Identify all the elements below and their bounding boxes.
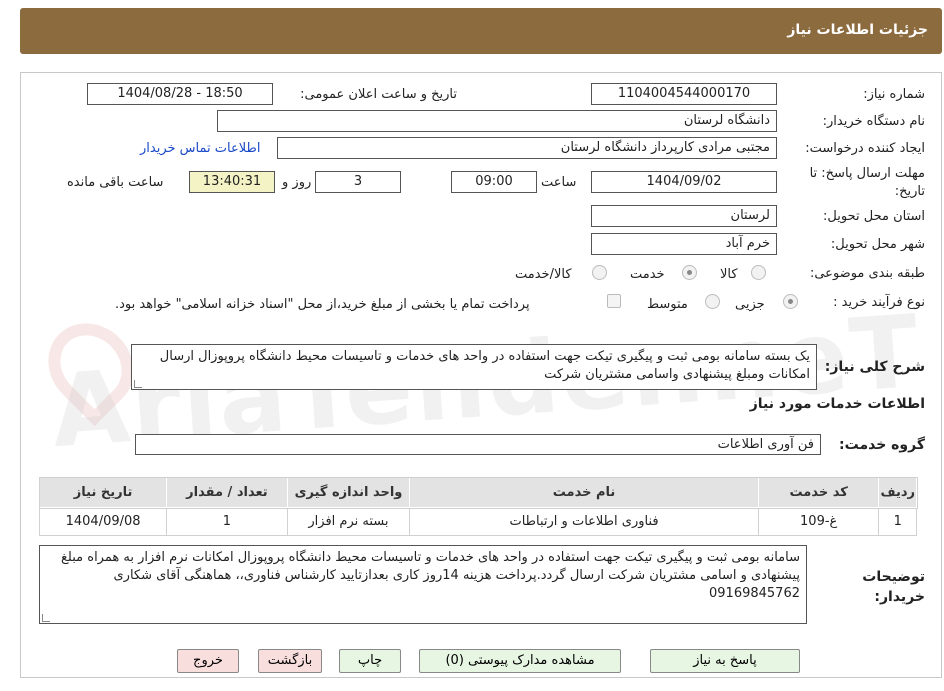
need-number-field: 1104004544000170	[591, 83, 777, 105]
province-label: استان محل تحویل:	[823, 209, 925, 224]
category-option-goods-service: کالا/خدمت	[515, 267, 572, 282]
treasury-payment-checkbox[interactable]	[607, 294, 621, 308]
days-field: 3	[315, 171, 401, 193]
table-row: 1 غ-109 فناوری اطلاعات و ارتباطات بسته ن…	[38, 507, 917, 536]
category-radio-service[interactable]	[682, 265, 697, 280]
category-option-service: خدمت	[630, 267, 665, 282]
buyer-org-label: نام دستگاه خریدار:	[822, 114, 925, 129]
days-label: روز و	[282, 175, 312, 190]
deadline-label: مهلت ارسال پاسخ: تا تاریخ:	[809, 166, 925, 199]
col-header-need-date: تاریخ نیاز	[38, 477, 168, 508]
col-header-quantity: تعداد / مقدار	[166, 477, 288, 508]
summary-label: شرح کلی نیاز:	[824, 359, 925, 375]
col-header-row-number: ردیف	[878, 477, 917, 508]
summary-text: یک بسته سامانه بومی ثبت و پیگیری تیکت جه…	[159, 349, 810, 382]
remaining-label: ساعت باقی مانده	[67, 175, 164, 190]
print-button[interactable]: چاپ	[339, 649, 401, 673]
category-radio-goods[interactable]	[751, 265, 766, 280]
col-header-service-name: نام خدمت	[409, 477, 759, 508]
reply-button[interactable]: پاسخ به نیاز	[650, 649, 800, 673]
resize-grip-icon[interactable]	[134, 380, 142, 388]
announce-label: تاریخ و ساعت اعلان عمومی:	[300, 87, 457, 102]
buyer-notes-textarea[interactable]: سامانه بومی ثبت و پیگیری تیکت جهت استفاد…	[39, 545, 807, 624]
buyer-org-field: دانشگاه لرستان	[217, 110, 777, 132]
buyer-notes-label: توضیحات خریدار:	[862, 569, 925, 605]
back-button[interactable]: بازگشت	[258, 649, 322, 673]
buyer-notes-text: سامانه بومی ثبت و پیگیری تیکت جهت استفاد…	[61, 550, 800, 601]
col-header-unit: واحد اندازه گیری	[286, 477, 411, 508]
purchase-radio-medium[interactable]	[705, 294, 720, 309]
cell-service-name: فناوری اطلاعات و ارتباطات	[409, 507, 759, 536]
services-heading: اطلاعات خدمات مورد نیاز	[749, 396, 925, 412]
buyer-contact-link[interactable]: اطلاعات تماس خریدار	[140, 141, 260, 156]
province-field: لرستان	[591, 205, 777, 227]
page-header: جزئیات اطلاعات نیاز	[20, 8, 942, 54]
treasury-payment-note: پرداخت تمام یا بخشی از مبلغ خرید،از محل …	[115, 297, 530, 312]
table-header-row: ردیف کد خدمت نام خدمت واحد اندازه گیری ت…	[38, 476, 918, 509]
announce-field: 1404/08/28 - 18:50	[87, 83, 273, 105]
purchase-option-medium: متوسط	[647, 297, 688, 312]
resize-grip-icon[interactable]	[42, 614, 50, 622]
col-header-service-code: کد خدمت	[757, 477, 880, 508]
purchase-radio-minor[interactable]	[783, 294, 798, 309]
city-label: شهر محل تحویل:	[830, 237, 925, 252]
category-radio-goods-service[interactable]	[592, 265, 607, 280]
exit-button[interactable]: خروج	[177, 649, 239, 673]
cell-need-date: 1404/09/08	[38, 507, 168, 536]
cell-quantity: 1	[166, 507, 288, 536]
city-field: خرم آباد	[591, 233, 777, 255]
time-label: ساعت	[541, 175, 577, 190]
cell-unit: بسته نرم افزار	[286, 507, 411, 536]
category-option-goods: کالا	[720, 267, 738, 282]
cell-row-number: 1	[878, 507, 917, 536]
view-attachments-button[interactable]: مشاهده مدارک پیوستی (0)	[419, 649, 621, 673]
services-table: ردیف کد خدمت نام خدمت واحد اندازه گیری ت…	[38, 476, 918, 536]
need-number-label: شماره نیاز:	[863, 87, 925, 102]
purchase-type-label: نوع فرآیند خرید :	[833, 295, 925, 310]
service-group-field: فن آوری اطلاعات	[135, 434, 821, 455]
category-label: طبقه بندی موضوعی:	[809, 266, 925, 281]
purchase-option-minor: جزیی	[735, 297, 765, 312]
creator-field: مجتبی مرادی کارپرداز دانشگاه لرستان	[277, 137, 777, 159]
details-panel: AriaTender.neT شماره نیاز: 1104004544000…	[20, 72, 942, 678]
creator-label: ایجاد کننده درخواست:	[805, 141, 925, 156]
service-group-label: گروه خدمت:	[839, 437, 925, 453]
summary-textarea[interactable]: یک بسته سامانه بومی ثبت و پیگیری تیکت جه…	[131, 344, 817, 390]
deadline-time-field: 09:00	[451, 171, 537, 193]
cell-service-code: غ-109	[757, 507, 880, 536]
remaining-time-field: 13:40:31	[189, 171, 275, 193]
page-title: جزئیات اطلاعات نیاز	[787, 22, 928, 38]
deadline-date-field: 1404/09/02	[591, 171, 777, 193]
